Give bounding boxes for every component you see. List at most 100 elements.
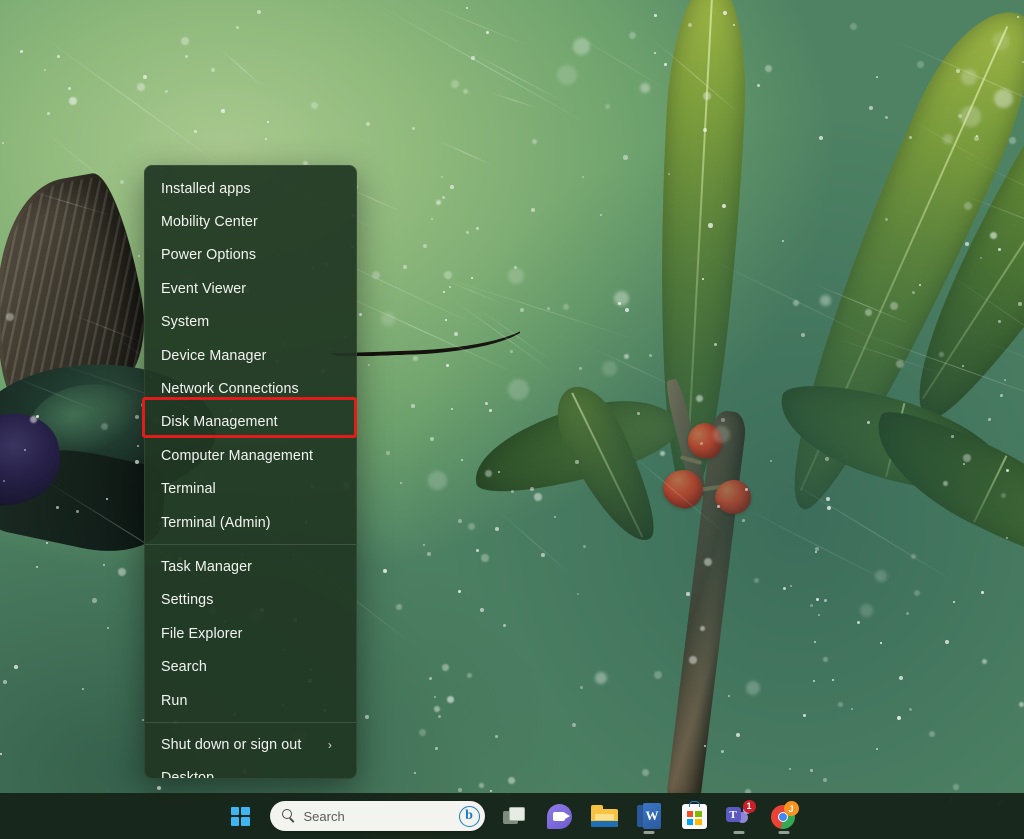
rain-speck	[489, 409, 492, 412]
menu-item-label: Computer Management	[161, 447, 314, 464]
microsoft-store-button[interactable]	[672, 796, 717, 836]
rain-speck	[929, 731, 936, 738]
rain-speck	[704, 558, 713, 567]
rain-speck	[953, 784, 959, 790]
rain-speck	[640, 83, 651, 94]
rain-speck	[980, 257, 983, 260]
rain-speck	[909, 708, 912, 711]
power-user-context-menu[interactable]: Installed apps Mobility Center Power Optio…	[144, 165, 357, 779]
rain-speck	[962, 365, 964, 367]
start-button[interactable]	[218, 796, 263, 836]
menu-item-terminal[interactable]: Terminal	[145, 473, 356, 506]
menu-item-file-explorer[interactable]: File Explorer	[145, 617, 356, 650]
rain-speck	[265, 138, 267, 140]
rain-speck	[654, 52, 656, 54]
menu-item-label: Event Viewer	[161, 280, 247, 297]
rain-speck	[696, 395, 704, 403]
rain-speck	[467, 673, 473, 679]
menu-item-device-manager[interactable]: Device Manager	[145, 339, 356, 372]
rain-speck	[819, 136, 824, 141]
menu-item-system[interactable]: System	[145, 306, 356, 339]
rain-speck	[185, 55, 189, 59]
rain-streak	[9, 375, 101, 413]
rain-speck	[906, 612, 910, 616]
teams-glyph: T	[729, 808, 737, 821]
rain-speck	[876, 76, 878, 78]
rain-speck	[700, 626, 706, 632]
rain-speck	[68, 87, 71, 90]
rain-speck	[703, 92, 711, 100]
rain-streak	[911, 120, 987, 164]
menu-item-installed-apps[interactable]: Installed apps	[145, 172, 356, 205]
menu-item-mobility-center[interactable]: Mobility Center	[145, 205, 356, 238]
rain-speck	[511, 490, 514, 493]
rain-speck	[165, 90, 169, 94]
rain-speck	[403, 265, 407, 269]
menu-item-settings[interactable]: Settings	[145, 584, 356, 617]
rain-speck	[964, 202, 972, 210]
rain-speck	[400, 482, 403, 485]
rain-speck	[745, 488, 748, 491]
rain-speck	[943, 481, 948, 486]
task-view-button[interactable]	[492, 796, 537, 836]
rain-speck	[557, 65, 578, 86]
menu-item-search[interactable]: Search	[145, 650, 356, 683]
menu-item-power-options[interactable]: Power Options	[145, 239, 356, 272]
rain-speck	[423, 544, 426, 547]
chat-button[interactable]	[537, 796, 582, 836]
rain-speck	[411, 404, 415, 408]
menu-item-label: Mobility Center	[161, 214, 258, 231]
chrome-icon: J	[770, 801, 799, 829]
teams-notification-badge: 1	[742, 800, 756, 813]
menu-item-shut-down-or-sign-out[interactable]: Shut down or sign out ›	[145, 728, 356, 761]
rain-speck	[825, 457, 830, 462]
rain-speck	[939, 352, 944, 357]
rain-speck	[6, 313, 14, 321]
menu-item-task-manager[interactable]: Task Manager	[145, 550, 356, 583]
rain-speck	[803, 714, 806, 717]
search-input[interactable]: Search b	[269, 801, 485, 831]
rain-speck	[704, 745, 706, 747]
rain-speck	[221, 109, 225, 113]
rain-speck	[992, 32, 1011, 51]
rain-speck	[236, 26, 239, 29]
rain-speck	[637, 412, 640, 415]
rain-speck	[56, 506, 59, 509]
menu-item-network-connections[interactable]: Network Connections	[145, 372, 356, 405]
menu-item-terminal-admin[interactable]: Terminal (Admin)	[145, 506, 356, 539]
chrome-button[interactable]: J	[762, 796, 807, 836]
menu-item-run[interactable]: Run	[145, 684, 356, 717]
word-button[interactable]: W	[627, 796, 672, 836]
menu-item-label: Task Manager	[161, 558, 252, 575]
rain-speck	[82, 688, 85, 691]
rain-streak	[894, 40, 1024, 124]
running-indicator	[733, 831, 745, 834]
rain-speck	[120, 180, 125, 185]
search-placeholder: Search	[303, 808, 345, 824]
running-indicator	[778, 831, 790, 834]
rain-speck	[436, 200, 441, 205]
rain-streak	[569, 31, 675, 95]
rain-speck	[446, 364, 449, 367]
teams-button[interactable]: T 1	[717, 796, 762, 836]
rain-speck	[36, 566, 38, 568]
rain-streak	[383, 8, 588, 124]
file-explorer-button[interactable]	[582, 796, 627, 836]
rain-speck	[876, 748, 878, 750]
rain-speck	[451, 408, 453, 410]
rain-streak	[445, 278, 639, 341]
rain-speck	[733, 24, 735, 26]
rain-speck	[267, 121, 269, 123]
bing-copilot-icon[interactable]: b	[458, 805, 480, 827]
menu-item-desktop[interactable]: Desktop	[145, 762, 356, 778]
rain-speck	[642, 769, 650, 777]
rain-speck	[257, 10, 262, 15]
menu-item-computer-management[interactable]: Computer Management	[145, 439, 356, 472]
menu-item-event-viewer[interactable]: Event Viewer	[145, 272, 356, 305]
rain-speck	[476, 227, 479, 230]
rain-speck	[414, 772, 417, 775]
menu-item-disk-management[interactable]: Disk Management	[145, 406, 356, 439]
taskbar: Search b W T 1 J	[0, 793, 1024, 839]
rain-speck	[47, 112, 50, 115]
rain-speck	[816, 598, 820, 602]
